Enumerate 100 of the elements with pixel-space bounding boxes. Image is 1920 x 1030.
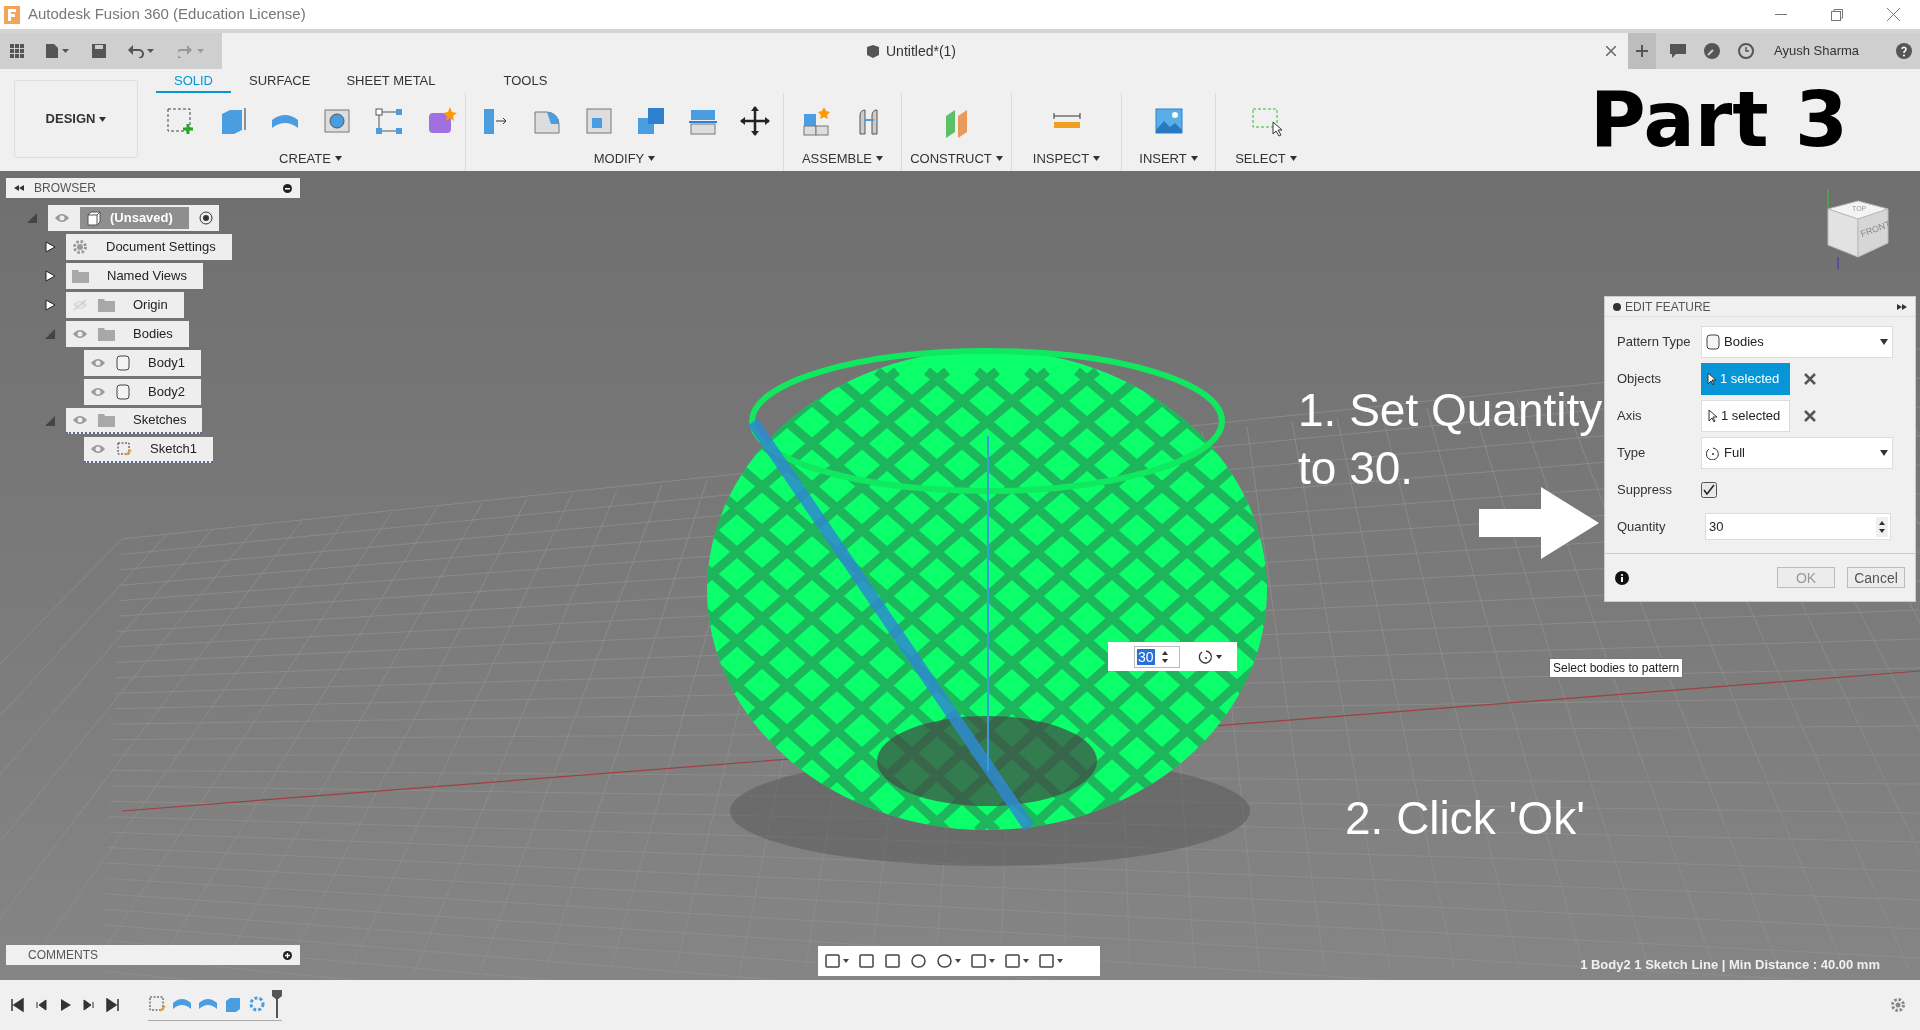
file-menu-icon[interactable] — [46, 44, 70, 58]
minus-circle-icon[interactable] — [1613, 302, 1621, 311]
folder-icon — [98, 412, 115, 427]
cancel-button[interactable]: Cancel — [1847, 567, 1905, 588]
eye-icon[interactable] — [90, 356, 106, 369]
clear-x-icon[interactable] — [1804, 372, 1816, 385]
group-menu[interactable]: INSERT — [1139, 149, 1198, 169]
tree-label: Body1 — [147, 353, 186, 372]
tree-item[interactable]: Sketches — [66, 407, 203, 434]
dropdown-caret-icon — [1880, 449, 1888, 456]
ribbon-tab[interactable]: TOOLS — [485, 70, 566, 93]
group-menu[interactable]: CREATE — [279, 149, 342, 169]
box-icon — [86, 209, 102, 226]
collapse-arrows-icon[interactable] — [14, 185, 24, 191]
gear-icon — [72, 238, 88, 255]
eye-icon[interactable] — [90, 442, 106, 455]
group-menu[interactable]: INSPECT — [1032, 149, 1101, 169]
instruction-text: 2. Click 'Ok' — [1345, 791, 1585, 846]
tree-label: Named Views — [106, 266, 188, 285]
group-menu[interactable]: ASSEMBLE — [801, 149, 884, 169]
group-menu[interactable]: MODIFY — [593, 149, 656, 169]
field-label: Quantity — [1616, 517, 1667, 536]
expand-triangle-icon[interactable] — [44, 298, 56, 311]
field-label: Objects — [1616, 369, 1663, 388]
step-back-icon[interactable] — [34, 998, 48, 1012]
minus-circle-icon[interactable] — [283, 183, 292, 193]
tree-item[interactable]: Origin — [66, 291, 184, 318]
skip-end-icon[interactable] — [106, 998, 120, 1012]
chat-bubble-icon[interactable] — [1670, 44, 1686, 58]
ribbon-tab[interactable]: SURFACE — [231, 70, 329, 93]
circular-pattern-icon[interactable] — [248, 994, 266, 1013]
dropdown[interactable]: Bodies — [1701, 325, 1893, 358]
checkbox[interactable] — [1701, 481, 1717, 498]
info-icon[interactable] — [1615, 570, 1629, 585]
sketch-square-icon — [116, 440, 132, 457]
inline-quantity-box[interactable]: 30 — [1108, 642, 1237, 671]
tree-item[interactable]: Body1 — [84, 349, 201, 376]
document-title: Untitled*(1) — [886, 41, 957, 61]
wrench-circle-icon[interactable] — [1704, 43, 1720, 59]
eye-icon[interactable] — [72, 413, 88, 426]
play-icon[interactable] — [58, 998, 72, 1012]
folder-icon — [98, 326, 115, 341]
folder-icon — [72, 268, 89, 283]
eye-icon[interactable] — [72, 327, 88, 340]
skip-start-icon[interactable] — [10, 998, 24, 1012]
dropdown[interactable]: Full — [1701, 436, 1893, 469]
restore-icon[interactable] — [1831, 8, 1843, 21]
group-menu[interactable]: SELECT — [1235, 149, 1297, 169]
comments-panel[interactable]: COMMENTS — [6, 945, 300, 965]
expand-arrows-icon[interactable] — [1897, 303, 1907, 310]
eye-icon[interactable] — [90, 385, 106, 398]
spinner-arrows-icon[interactable] — [1876, 516, 1888, 537]
tree-item[interactable]: Sketch1 — [84, 436, 213, 463]
panel-title: EDIT FEATURE — [1625, 298, 1711, 316]
user-name[interactable]: Ayush Sharma — [1774, 41, 1860, 61]
dropdown-caret-icon — [1880, 338, 1888, 345]
plus-circle-icon[interactable] — [283, 950, 292, 960]
sketch-square-icon[interactable] — [148, 994, 166, 1013]
rotate-dropdown-icon[interactable] — [1198, 648, 1224, 665]
tree-item[interactable]: Document Settings — [66, 233, 232, 260]
tree-item[interactable]: Body2 — [84, 378, 201, 405]
timeline-marker-icon[interactable] — [272, 989, 282, 1018]
selection-field[interactable]: 1 selected — [1701, 399, 1790, 432]
expand-triangle-icon[interactable] — [44, 240, 56, 253]
undo-icon[interactable] — [128, 44, 156, 58]
group-menu[interactable]: CONSTRUCT — [910, 149, 1003, 169]
workspace-dropdown[interactable]: DESIGN — [14, 80, 138, 158]
plus-icon — [1636, 45, 1648, 57]
eye-icon[interactable] — [54, 211, 70, 224]
cylinder-icon — [116, 354, 130, 371]
tree-item[interactable]: Named Views — [66, 262, 203, 289]
close-tab-icon[interactable] — [1606, 46, 1616, 56]
ribbon-tab[interactable]: SHEET METAL — [328, 70, 486, 93]
tree-item[interactable]: Bodies — [66, 320, 189, 347]
caret-icon — [876, 156, 884, 162]
quantity-value[interactable]: 30 — [1137, 648, 1155, 665]
save-icon[interactable] — [92, 44, 106, 58]
step-forward-icon[interactable] — [82, 998, 96, 1012]
browser-header[interactable]: BROWSER — [6, 178, 300, 198]
timeline-features[interactable] — [148, 989, 282, 1021]
tree-label: Body2 — [147, 382, 186, 401]
field-label: Type — [1616, 443, 1647, 462]
quantity-input[interactable]: 30 — [1705, 513, 1891, 540]
tree-label: Sketch1 — [149, 439, 198, 458]
minimize-icon[interactable] — [1775, 13, 1787, 16]
cursor-arrow-icon — [1707, 371, 1716, 386]
new-tab-button[interactable] — [1628, 33, 1656, 69]
radio-target-icon[interactable] — [198, 210, 213, 225]
help-icon[interactable] — [1896, 43, 1912, 59]
settings-icon[interactable] — [1890, 997, 1906, 1013]
expand-triangle-icon[interactable] — [44, 269, 56, 282]
cube-icon — [866, 44, 880, 58]
clock-icon[interactable] — [1738, 43, 1754, 59]
tree-label: (Unsaved) — [110, 208, 174, 227]
document-tab[interactable]: Untitled*(1) — [222, 33, 1628, 69]
folder-icon — [98, 297, 115, 312]
overlay-title: Part 3 — [1589, 82, 1848, 158]
clear-x-icon[interactable] — [1804, 409, 1816, 422]
app-grid-icon[interactable] — [10, 44, 24, 58]
close-icon[interactable] — [1887, 8, 1900, 21]
